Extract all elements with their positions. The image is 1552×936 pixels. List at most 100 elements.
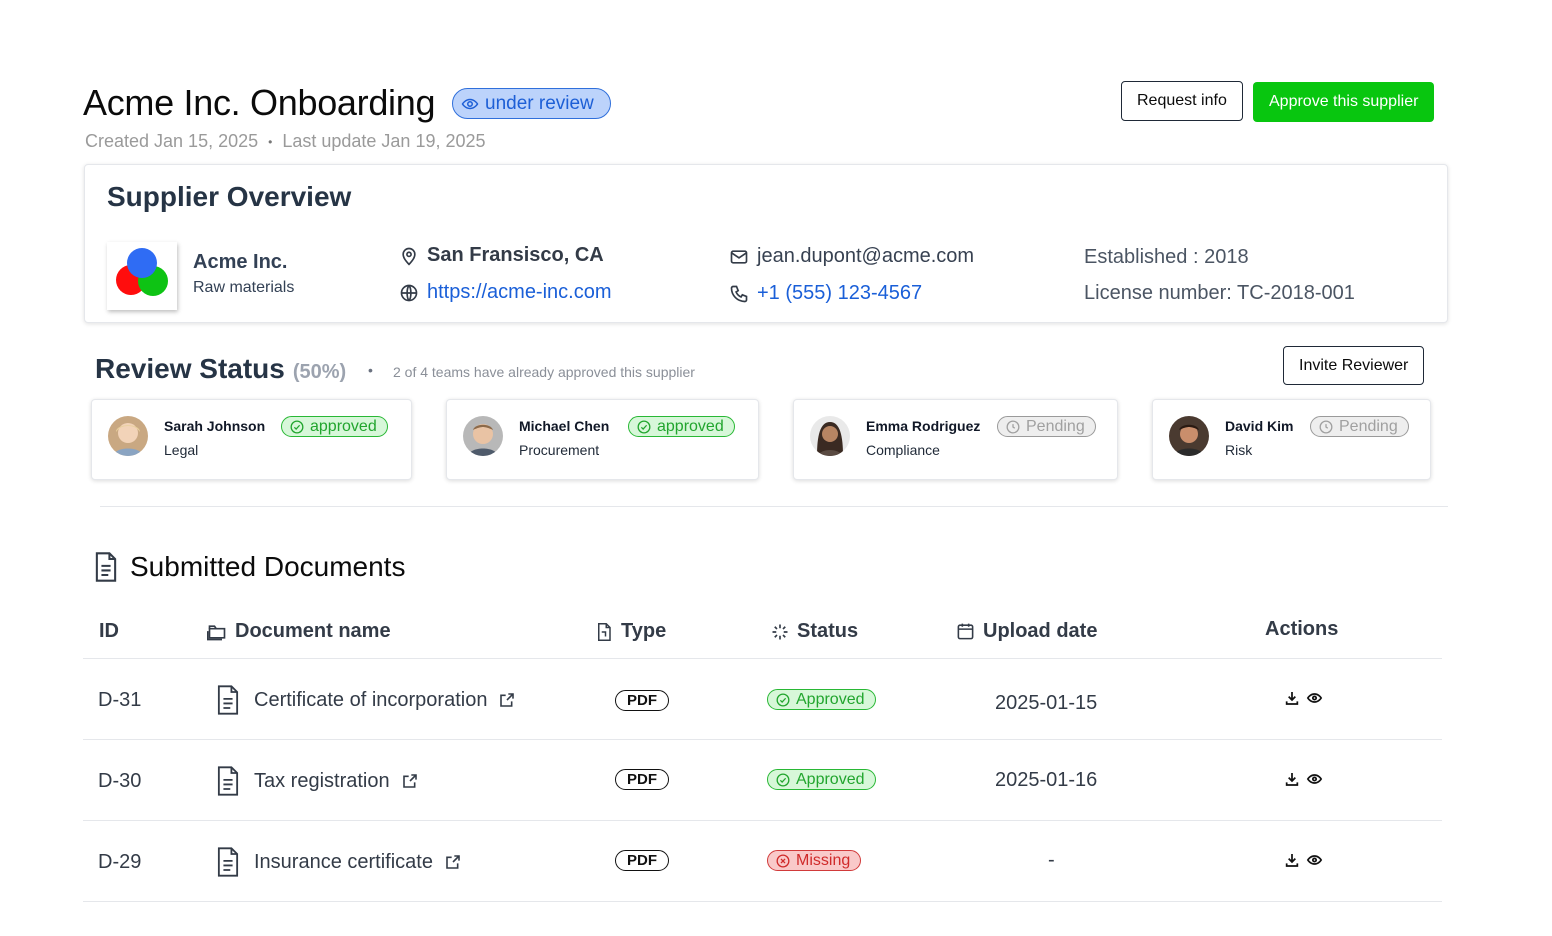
column-header-upload-date[interactable]: Upload date [956, 620, 1097, 643]
phone-link[interactable]: +1 (555) 123-4567 [757, 282, 922, 305]
reviewer-status-badge: approved [281, 416, 388, 437]
folder-icon [207, 622, 227, 642]
column-header-status-label: Status [797, 620, 859, 642]
download-icon[interactable] [1284, 771, 1300, 787]
external-link-icon[interactable] [445, 854, 461, 870]
upload-date: - [1048, 849, 1055, 871]
supplier-location: San Fransisco, CA [399, 244, 604, 267]
external-link-icon[interactable] [402, 773, 418, 789]
company-logo [107, 242, 177, 310]
last-update-date: Last update Jan 19, 2025 [282, 131, 486, 151]
created-date: Created Jan 15, 2025 [85, 131, 259, 151]
document-status-badge: Missing [767, 850, 862, 871]
reviewer-name: Emma Rodriguez [866, 418, 981, 434]
status-badge: under review [452, 88, 611, 119]
reviewer-status-label: approved [657, 417, 724, 435]
document-type-badge: PDF [615, 690, 669, 711]
row-divider [83, 901, 1442, 902]
upload-date: 2025-01-16 [995, 769, 1098, 791]
document-status-badge: Approved [767, 769, 876, 790]
calendar-icon [956, 622, 975, 641]
established-year: Established : 2018 [1084, 246, 1249, 268]
document-name[interactable]: Insurance certificate [254, 851, 433, 874]
view-eye-icon[interactable] [1306, 690, 1323, 706]
email-text[interactable]: jean.dupont@acme.com [757, 245, 974, 268]
reviewer-role: Risk [1225, 442, 1253, 458]
globe-icon [399, 283, 419, 303]
review-separator: • [368, 362, 373, 378]
website-link[interactable]: https://acme-inc.com [427, 281, 612, 304]
view-eye-icon[interactable] [1306, 852, 1323, 868]
column-header-upload-label: Upload date [983, 620, 1098, 642]
avatar [1169, 416, 1209, 456]
reviewer-status-label: approved [310, 417, 377, 435]
download-icon[interactable] [1284, 690, 1300, 706]
document-id: D-31 [98, 689, 142, 711]
download-icon[interactable] [1284, 852, 1300, 868]
invite-reviewer-button[interactable]: Invite Reviewer [1283, 346, 1425, 385]
reviewer-status-label: Pending [1026, 417, 1085, 435]
column-header-name[interactable]: Document name [207, 620, 391, 643]
document-status-label: Missing [796, 851, 851, 869]
clock-icon [1006, 420, 1020, 433]
clock-icon [1319, 420, 1333, 433]
column-header-id-label: ID [99, 620, 119, 642]
supplier-email: jean.dupont@acme.com [729, 245, 974, 268]
table-row: D-29 Insurance certificate PDF Missing - [0, 821, 1552, 902]
check-circle-icon [776, 773, 790, 786]
reviewer-card-risk: David Kim Risk Pending [1152, 399, 1431, 480]
reviewer-status-label: Pending [1339, 417, 1398, 435]
mail-icon [729, 247, 749, 267]
document-icon [214, 765, 242, 797]
document-icon [92, 551, 120, 583]
view-eye-icon[interactable] [1306, 771, 1323, 787]
company-category: Raw materials [193, 279, 295, 296]
column-header-actions: Actions [1265, 618, 1338, 641]
row-actions [1284, 852, 1323, 868]
request-info-button[interactable]: Request info [1121, 81, 1243, 121]
column-header-actions-label: Actions [1265, 618, 1339, 640]
file-type-icon [595, 622, 613, 642]
company-name: Acme Inc. [193, 251, 288, 273]
review-status-heading: Review Status [95, 353, 285, 384]
document-icon [214, 846, 242, 878]
document-name[interactable]: Tax registration [254, 770, 390, 793]
reviewer-card-legal: Sarah Johnson Legal approved [91, 399, 412, 480]
avatar [810, 416, 850, 456]
upload-date: 2025-01-15 [995, 692, 1098, 714]
reviewer-status-badge: approved [628, 416, 735, 437]
column-header-id[interactable]: ID [99, 620, 119, 643]
document-name-cell: Tax registration [214, 765, 418, 797]
supplier-website: https://acme-inc.com [399, 281, 612, 304]
eye-icon [461, 95, 479, 113]
map-pin-icon [399, 246, 419, 266]
review-status-title: Review Status (50%) [95, 353, 346, 385]
x-circle-icon [776, 854, 790, 867]
status-badge-label: under review [485, 92, 594, 114]
reviewer-name: Sarah Johnson [164, 418, 266, 434]
reviewer-card-compliance: Emma Rodriguez Compliance Pending [793, 399, 1118, 480]
external-link-icon[interactable] [499, 692, 515, 708]
reviewer-status-badge: Pending [1310, 416, 1409, 437]
column-header-status[interactable]: Status [771, 620, 858, 643]
column-header-type-label: Type [621, 620, 667, 642]
review-progress-note: 2 of 4 teams have already approved this … [393, 364, 695, 380]
document-name[interactable]: Certificate of incorporation [254, 689, 487, 712]
reviewer-role: Procurement [519, 442, 600, 458]
row-actions [1284, 771, 1323, 787]
supplier-overview-title: Supplier Overview [107, 181, 352, 212]
document-type-badge: PDF [615, 769, 669, 790]
location-text: San Fransisco, CA [427, 244, 604, 266]
approve-supplier-button[interactable]: Approve this supplier [1253, 82, 1435, 122]
document-name-cell: Certificate of incorporation [214, 684, 515, 716]
document-type-badge: PDF [615, 850, 669, 871]
column-header-type[interactable]: Type [595, 620, 666, 643]
document-status-label: Approved [796, 690, 865, 708]
submitted-documents-heading: Submitted Documents [130, 551, 406, 582]
reviewer-role: Compliance [866, 442, 940, 458]
table-row: D-30 Tax registration PDF Approved 2025-… [0, 740, 1552, 821]
phone-icon [729, 284, 749, 304]
avatar [108, 416, 148, 456]
reviewer-name: Michael Chen [519, 418, 610, 434]
column-header-name-label: Document name [235, 620, 391, 642]
